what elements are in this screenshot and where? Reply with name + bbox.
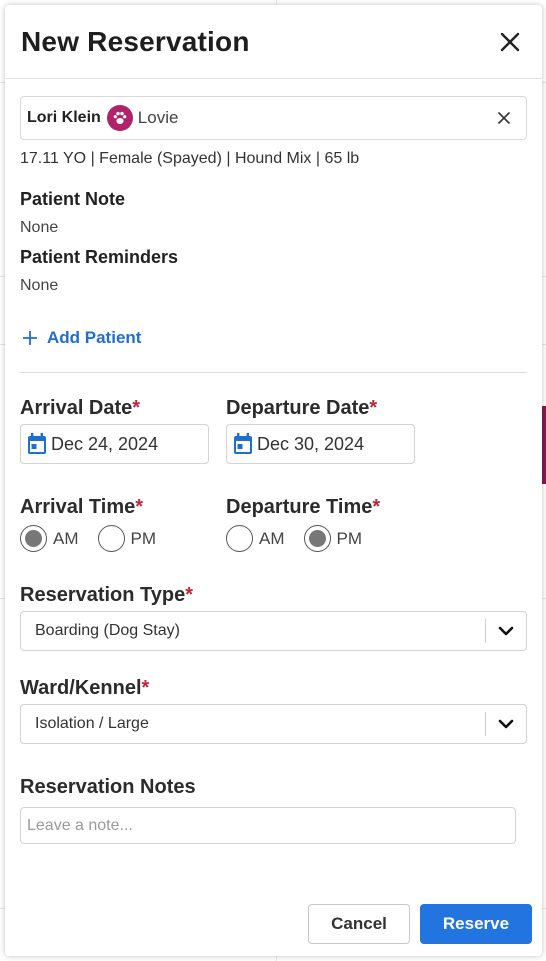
departure-time-label: Departure Time*	[226, 496, 381, 518]
arrival-date-input[interactable]: Dec 24, 2024	[20, 424, 209, 464]
close-icon[interactable]	[494, 26, 526, 58]
arrival-pm-label: PM	[130, 528, 157, 548]
modal-footer: Cancel Reserve	[308, 904, 532, 944]
patient-details: 17.11 YO | Female (Spayed) | Hound Mix |…	[20, 150, 360, 167]
patient-note-value: None	[20, 219, 59, 236]
reservation-notes-input[interactable]	[20, 807, 516, 844]
plus-icon	[23, 331, 37, 345]
divider	[20, 372, 527, 373]
reservation-type-select[interactable]: Boarding (Dog Stay)	[20, 611, 527, 651]
calendar-icon	[234, 433, 252, 454]
new-reservation-modal: New Reservation Lori Klein Lovie 17.11 Y…	[5, 5, 542, 956]
ward-kennel-value: Isolation / Large	[35, 715, 149, 732]
patient-reminders-label: Patient Reminders	[20, 247, 179, 267]
departure-pm-label: PM	[336, 528, 363, 548]
modal-title: New Reservation	[21, 25, 250, 57]
departure-date-input[interactable]: Dec 30, 2024	[226, 424, 415, 464]
arrival-am-label: AM	[53, 528, 79, 548]
cancel-button[interactable]: Cancel	[308, 904, 410, 944]
departure-am-radio[interactable]	[226, 525, 253, 552]
ward-kennel-select[interactable]: Isolation / Large	[20, 704, 527, 744]
arrival-time-radio-group: AM PM	[20, 525, 226, 552]
reserve-button[interactable]: Reserve	[420, 904, 532, 944]
departure-time-radio-group: AM PM	[226, 525, 432, 552]
departure-am-label: AM	[259, 528, 285, 548]
arrival-am-radio[interactable]	[20, 525, 47, 552]
departure-date-value: Dec 30, 2024	[257, 433, 365, 454]
add-patient-label: Add Patient	[47, 328, 142, 347]
chevron-down-icon	[486, 719, 526, 729]
departure-pm-radio[interactable]	[303, 525, 331, 552]
selected-patient-chip[interactable]: Lori Klein Lovie	[20, 96, 527, 140]
ward-kennel-label: Ward/Kennel*	[20, 677, 150, 699]
calendar-icon	[28, 433, 46, 454]
chevron-down-icon	[486, 626, 526, 636]
departure-date-label: Departure Date*	[226, 397, 378, 419]
arrival-pm-radio[interactable]	[97, 525, 125, 552]
owner-name: Lori Klein	[27, 109, 101, 126]
add-patient-button[interactable]: Add Patient	[20, 328, 527, 348]
modal-header: New Reservation	[5, 5, 542, 79]
arrival-date-label: Arrival Date*	[20, 397, 141, 419]
pet-name: Lovie	[137, 108, 179, 127]
reservation-type-value: Boarding (Dog Stay)	[35, 622, 180, 639]
arrival-time-label: Arrival Time*	[20, 496, 144, 518]
patient-reminders-value: None	[20, 277, 59, 294]
reservation-notes-label: Reservation Notes	[20, 776, 196, 798]
arrival-date-value: Dec 24, 2024	[51, 433, 159, 454]
reservation-type-label: Reservation Type*	[20, 584, 194, 606]
paw-icon	[106, 105, 133, 131]
patient-note-label: Patient Note	[20, 189, 126, 209]
clear-patient-icon[interactable]	[492, 106, 516, 130]
